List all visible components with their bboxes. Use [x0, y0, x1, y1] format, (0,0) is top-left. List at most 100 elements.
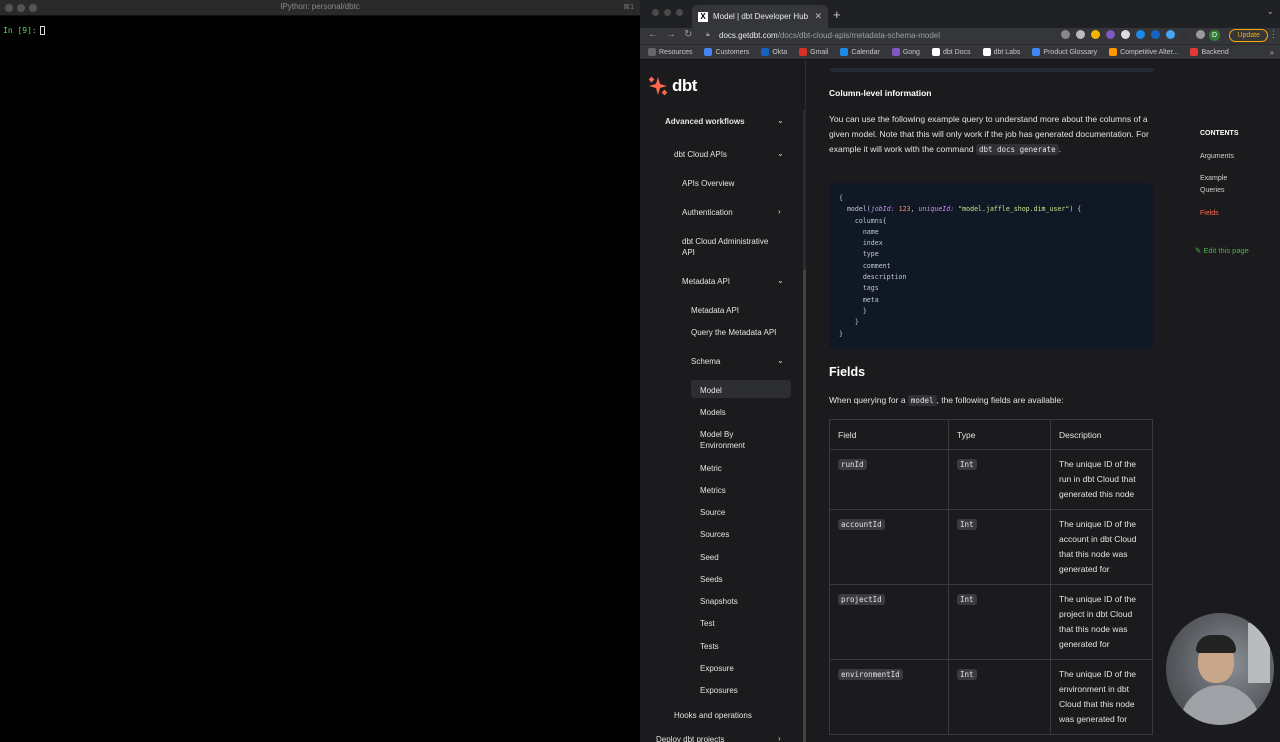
forward-icon[interactable]: →: [666, 29, 676, 40]
sidebar-item-schema-entry[interactable]: Sources: [700, 529, 780, 540]
bookmarks-bar: Resources Customers Okta Gmail Calendar Gong d…: [640, 44, 1280, 60]
tab-close-icon[interactable]: ✕: [814, 11, 822, 22]
code-value: accountId: [838, 519, 885, 530]
bookmark-item[interactable]: Product Glossary: [1032, 48, 1097, 56]
extension-icon[interactable]: [1181, 30, 1190, 39]
bookmark-item[interactable]: Gmail: [799, 48, 828, 56]
sidebar-item-schema-entry[interactable]: Exposure: [700, 663, 780, 674]
tab-bar: X Model | dbt Developer Hub ✕ + ⌄: [640, 0, 1280, 28]
bookmark-item[interactable]: Gong: [891, 48, 920, 56]
bookmark-star-icon[interactable]: [1076, 30, 1085, 39]
share-icon[interactable]: [1061, 30, 1070, 39]
zoom-window-icon[interactable]: [676, 9, 683, 16]
chevron-right-icon[interactable]: ›: [778, 734, 781, 742]
chevron-down-icon[interactable]: ⌄: [777, 149, 784, 158]
toc-item-fields[interactable]: Fields: [1200, 208, 1219, 220]
browser-menu-icon[interactable]: ⋮: [1269, 29, 1278, 40]
sidebar-item-schema-entry[interactable]: Metric: [700, 463, 780, 474]
table-cell: The unique ID of the environment in dbt …: [1050, 659, 1153, 735]
extension-icon[interactable]: [1121, 30, 1130, 39]
table-cell: environmentId: [829, 659, 949, 735]
table-cell: runId: [829, 449, 949, 510]
text-cursor: [39, 26, 45, 35]
bookmark-item[interactable]: Competitive Alter...: [1109, 48, 1178, 56]
bookmark-favicon-icon: [1190, 48, 1199, 56]
toc-item-arguments[interactable]: Arguments: [1200, 151, 1234, 163]
code-field-name: index: [862, 239, 883, 248]
sidebar-item-schema-entry[interactable]: Metrics: [700, 485, 780, 496]
sidebar-scroll-thumb[interactable]: [803, 270, 806, 742]
table-header: Type: [948, 419, 1051, 450]
bookmark-item[interactable]: Calendar: [840, 48, 880, 56]
fields-table: Field Type Description runId Int The uniqu…: [829, 419, 1153, 735]
url-path: /docs/dbt-cloud-apis/metadata-schema-mod…: [777, 31, 941, 40]
bookmark-item[interactable]: Okta: [761, 48, 787, 56]
reload-icon[interactable]: ↻: [684, 29, 692, 40]
sidebar-item-schema-entry[interactable]: Seed: [700, 552, 780, 563]
sidebar-item-deploy[interactable]: Deploy dbt projects: [656, 734, 724, 742]
bookmark-item[interactable]: Customers: [704, 48, 749, 56]
column-level-heading: Column-level information: [829, 88, 932, 98]
sidebar-item-dbt-cloud-apis[interactable]: dbt Cloud APIs: [674, 149, 727, 160]
sidebar-item-schema-entry[interactable]: Source: [700, 507, 780, 518]
sidebar-item-schema-entry[interactable]: Tests: [700, 641, 780, 652]
sidebar-item-schema-entry[interactable]: Models: [700, 407, 780, 418]
sidebar-item-schema-entry[interactable]: Exposures: [700, 685, 780, 696]
extension-icon[interactable]: [1166, 30, 1175, 39]
webcam-person: [1180, 685, 1260, 725]
fields-heading: Fields: [829, 365, 866, 379]
sidebar-item-schema-entry[interactable]: Model: [700, 385, 780, 396]
pencil-icon: ✎: [1195, 246, 1202, 255]
terminal-window[interactable]: IPython: personal/dbtc ⌘1 In [9]:: [0, 0, 640, 742]
extensions-puzzle-icon[interactable]: [1196, 30, 1205, 39]
bookmark-item[interactable]: dbt Docs: [931, 48, 971, 56]
bookmark-label: Gong: [902, 48, 920, 56]
sidebar-item-schema-entry[interactable]: Test: [700, 618, 780, 629]
sidebar-item-query-metadata-api[interactable]: Query the Metadata API: [691, 327, 776, 338]
sidebar-item-admin-api[interactable]: dbt Cloud Administrative API: [682, 236, 782, 258]
extension-icon[interactable]: [1091, 30, 1100, 39]
sidebar-item-metadata-api-page[interactable]: Metadata API: [691, 305, 739, 316]
chevron-down-icon[interactable]: ⌄: [777, 356, 784, 365]
code-block[interactable]: { model(jobId: 123, uniqueId: "model.jaf…: [829, 183, 1153, 349]
extension-icon[interactable]: [1151, 30, 1160, 39]
close-window-icon[interactable]: [652, 9, 659, 16]
back-icon[interactable]: ←: [648, 29, 658, 40]
code-field-name: description: [862, 273, 907, 282]
sidebar-item-apis-overview[interactable]: APIs Overview: [682, 178, 734, 189]
edit-this-page-link[interactable]: ✎ Edit this page: [1195, 246, 1249, 255]
bookmark-item[interactable]: Resources: [648, 48, 692, 56]
bookmark-favicon-icon: [982, 48, 991, 56]
minimize-window-icon[interactable]: [664, 9, 671, 16]
bookmarks-overflow-icon[interactable]: »: [1270, 48, 1274, 57]
sidebar-item-hooks[interactable]: Hooks and operations: [674, 710, 752, 721]
sidebar-item-schema-entry[interactable]: Seeds: [700, 574, 780, 585]
profile-avatar[interactable]: D: [1209, 30, 1220, 41]
sidebar-item-schema-entry[interactable]: Model By Environment: [700, 429, 780, 451]
sidebar-item-schema-entry[interactable]: Snapshots: [700, 596, 780, 607]
toc-item-example-queries[interactable]: Example Queries: [1200, 173, 1240, 197]
chevron-down-icon[interactable]: ⌄: [777, 276, 784, 285]
tab-search-chevron-icon[interactable]: ⌄: [1266, 6, 1274, 17]
terminal-body[interactable]: In [9]:: [0, 16, 640, 45]
update-button[interactable]: Update: [1229, 29, 1268, 42]
bookmark-label: Okta: [772, 48, 788, 56]
browser-tab-active[interactable]: X Model | dbt Developer Hub ✕: [692, 5, 828, 28]
chevron-down-icon[interactable]: ⌄: [777, 116, 784, 125]
extension-icon[interactable]: [1106, 30, 1115, 39]
sidebar-item-schema[interactable]: Schema: [691, 356, 720, 367]
chevron-right-icon[interactable]: ›: [778, 207, 781, 216]
table-cell: Int: [948, 449, 1051, 510]
url-bar[interactable]: docs.getdbt.com/docs/dbt-cloud-apis/meta…: [719, 31, 940, 40]
bookmark-label: Resources: [659, 48, 693, 56]
bookmark-item[interactable]: dbt Labs: [982, 48, 1020, 56]
dbt-logo[interactable]: dbt: [648, 76, 697, 96]
sidebar-item-advanced-workflows[interactable]: Advanced workflows: [665, 116, 745, 127]
code-token: uniqueId:: [918, 205, 955, 214]
new-tab-icon[interactable]: +: [833, 7, 841, 22]
site-info-icon[interactable]: 🔒︎: [706, 31, 710, 39]
sidebar-item-authentication[interactable]: Authentication: [682, 207, 733, 218]
bookmark-item[interactable]: Backend: [1190, 48, 1229, 56]
extension-icon[interactable]: [1136, 30, 1145, 39]
sidebar-item-metadata-api[interactable]: Metadata API: [682, 276, 730, 287]
